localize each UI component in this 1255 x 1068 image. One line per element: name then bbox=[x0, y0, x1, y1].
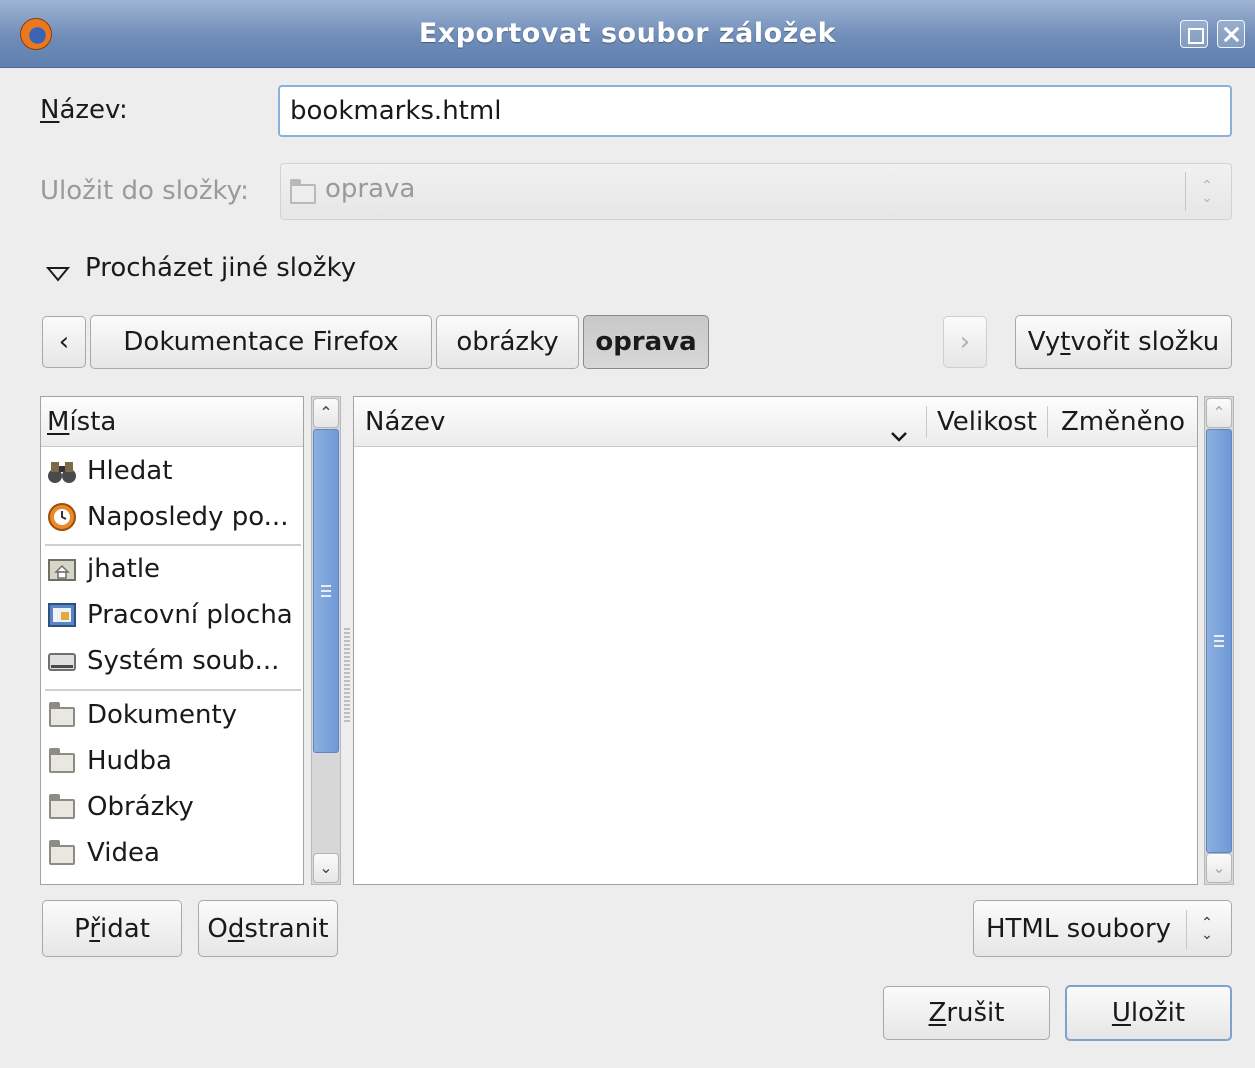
updown-icon: ⌃ ⌄ bbox=[1201, 915, 1213, 943]
file-type-filter-combo[interactable]: HTML soubory ⌃ ⌄ bbox=[973, 900, 1232, 957]
places-separator bbox=[45, 689, 301, 691]
window-title: Exportovat soubor záložek bbox=[418, 18, 837, 49]
place-music[interactable]: Hudba bbox=[47, 739, 303, 783]
combo-separator bbox=[1185, 172, 1186, 211]
places-scroll-thumb[interactable] bbox=[313, 429, 339, 753]
place-pictures[interactable]: Obrázky bbox=[47, 785, 303, 829]
filename-input[interactable] bbox=[278, 85, 1232, 137]
scroll-down-arrow-icon[interactable]: ⌄ bbox=[313, 853, 339, 883]
save-button[interactable]: Uložit bbox=[1065, 985, 1232, 1041]
folder-icon bbox=[47, 792, 77, 822]
places-separator bbox=[45, 544, 301, 546]
folder-label: Uložit do složky: bbox=[40, 176, 249, 206]
place-label: Pracovní plocha bbox=[87, 600, 293, 630]
place-label: Systém soub... bbox=[87, 646, 280, 676]
file-type-value: HTML soubory bbox=[986, 913, 1172, 944]
crumb-obrazky[interactable]: obrázky bbox=[436, 315, 579, 369]
column-size[interactable]: Velikost bbox=[937, 397, 1037, 447]
name-label-text: ázev: bbox=[59, 95, 128, 125]
place-videos[interactable]: Videa bbox=[47, 831, 303, 875]
place-search[interactable]: Hledat bbox=[47, 449, 303, 493]
desktop-icon bbox=[47, 600, 77, 630]
files-scrollbar[interactable]: ⌃ ⌄ bbox=[1204, 396, 1234, 885]
recent-clock-icon bbox=[47, 502, 77, 532]
scroll-up-arrow-icon[interactable]: ⌃ bbox=[313, 398, 339, 428]
place-label: Hudba bbox=[87, 746, 172, 776]
path-back-button[interactable]: ‹ bbox=[42, 316, 86, 368]
column-name[interactable]: Název bbox=[365, 397, 445, 447]
places-header[interactable]: Místa bbox=[41, 397, 303, 447]
save-label: ložit bbox=[1130, 998, 1186, 1028]
place-filesystem[interactable]: Systém soub... bbox=[47, 639, 303, 683]
place-recent[interactable]: Naposledy po... bbox=[47, 495, 303, 539]
files-pane: Název Velikost Změněno bbox=[353, 396, 1198, 885]
name-label: Název: bbox=[40, 95, 128, 125]
pane-splitter[interactable] bbox=[344, 628, 350, 724]
add-place-label: idat bbox=[100, 913, 150, 944]
create-folder-label: vořit složku bbox=[1070, 327, 1220, 357]
place-label: jhatle bbox=[87, 554, 161, 584]
place-label: Naposledy po... bbox=[87, 502, 289, 532]
scroll-down-arrow-icon[interactable]: ⌄ bbox=[1206, 853, 1232, 883]
cancel-label: rušit bbox=[946, 998, 1005, 1028]
place-home[interactable]: jhatle bbox=[47, 547, 303, 591]
column-divider bbox=[926, 406, 927, 438]
save-folder-combo: oprava ⌃ ⌄ bbox=[280, 163, 1232, 220]
places-header-text: ísta bbox=[69, 407, 117, 437]
remove-place-label: stranit bbox=[244, 913, 329, 944]
cancel-button[interactable]: Zrušit bbox=[883, 986, 1050, 1040]
add-place-button[interactable]: Př idat bbox=[42, 900, 182, 957]
sort-chevron-down-icon bbox=[889, 413, 909, 442]
column-divider bbox=[1047, 406, 1048, 438]
crumb-dokumentace-firefox[interactable]: Dokumentace Firefox bbox=[90, 315, 432, 369]
crumb-oprava[interactable]: oprava bbox=[583, 315, 709, 369]
save-folder-value: oprava bbox=[325, 174, 416, 204]
places-pane: Místa Hledat Naposledy po... jhatle Prac… bbox=[40, 396, 304, 885]
folder-icon bbox=[47, 746, 77, 776]
remove-place-button[interactable]: Od stranit bbox=[198, 900, 338, 957]
scroll-up-arrow-icon[interactable]: ⌃ bbox=[1206, 398, 1232, 428]
home-folder-icon bbox=[47, 554, 77, 584]
place-label: Obrázky bbox=[87, 792, 194, 822]
browse-folders-toggle[interactable]: Procházet jiné složky bbox=[85, 251, 356, 285]
binoculars-icon bbox=[47, 456, 77, 486]
close-button[interactable] bbox=[1217, 20, 1245, 48]
folder-icon bbox=[290, 179, 316, 204]
expander-arrow-icon[interactable] bbox=[45, 259, 72, 282]
maximize-button[interactable] bbox=[1180, 20, 1208, 48]
path-forward-button[interactable]: › bbox=[943, 316, 987, 368]
place-label: Dokumenty bbox=[87, 700, 238, 730]
updown-icon: ⌃ ⌄ bbox=[1201, 178, 1213, 206]
create-folder-button[interactable]: Vyt vořit složku bbox=[1015, 315, 1232, 369]
folder-icon bbox=[47, 700, 77, 730]
place-documents[interactable]: Dokumenty bbox=[47, 693, 303, 737]
files-scroll-thumb[interactable] bbox=[1206, 429, 1232, 853]
place-label: Hledat bbox=[87, 456, 173, 486]
place-desktop[interactable]: Pracovní plocha bbox=[47, 593, 303, 637]
folder-icon bbox=[47, 838, 77, 868]
drive-icon bbox=[47, 646, 77, 676]
column-modified[interactable]: Změněno bbox=[1061, 397, 1185, 447]
places-scrollbar[interactable]: ⌃ ⌄ bbox=[311, 396, 341, 885]
files-header: Název Velikost Změněno bbox=[354, 397, 1197, 447]
place-label: Videa bbox=[87, 838, 160, 868]
combo-separator bbox=[1186, 910, 1187, 949]
